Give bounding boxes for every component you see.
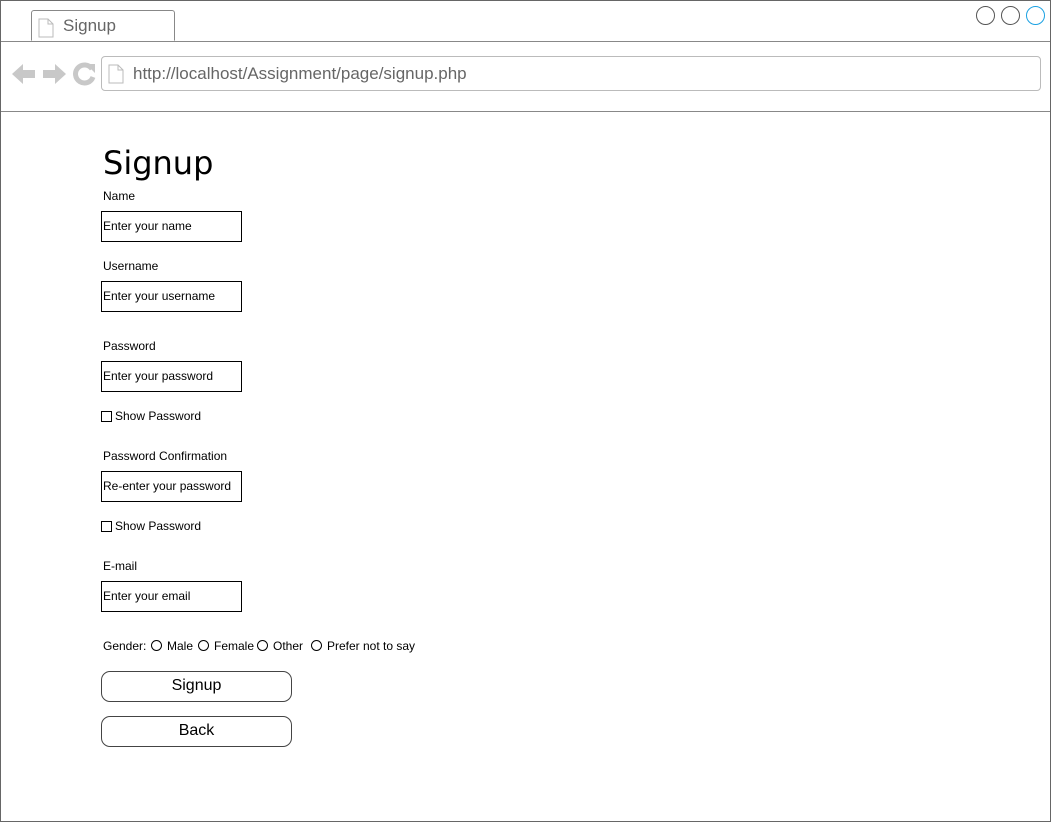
navigation-bar: http://localhost/Assignment/page/signup.… <box>1 42 1050 112</box>
password-input[interactable]: Enter your password <box>101 361 242 392</box>
document-icon <box>38 18 54 43</box>
show-confirm-password-label: Show Password <box>115 519 202 533</box>
gender-option-other[interactable]: Other <box>273 639 303 653</box>
name-placeholder: Enter your name <box>103 219 192 233</box>
page-title: Signup <box>103 144 214 182</box>
tab-strip: Signup <box>1 1 1050 42</box>
signup-form: Signup Name Enter your name Username Ent… <box>1 112 1050 821</box>
gender-label: Gender: <box>103 639 147 653</box>
browser-tab[interactable]: Signup <box>31 10 175 41</box>
gender-radio-female[interactable] <box>198 640 209 651</box>
gender-option-male[interactable]: Male <box>167 639 193 653</box>
email-label: E-mail <box>103 559 138 573</box>
address-bar[interactable]: http://localhost/Assignment/page/signup.… <box>101 56 1041 91</box>
close-button[interactable] <box>1026 6 1045 25</box>
username-input[interactable]: Enter your username <box>101 281 242 312</box>
password-confirmation-placeholder: Re-enter your password <box>103 479 232 493</box>
name-label: Name <box>103 189 136 203</box>
gender-option-prefer-not-to-say[interactable]: Prefer not to say <box>327 639 415 653</box>
email-placeholder: Enter your email <box>103 589 191 603</box>
show-password-checkbox[interactable] <box>101 411 112 422</box>
back-button[interactable]: Back <box>101 716 292 747</box>
password-confirmation-input[interactable]: Re-enter your password <box>101 471 242 502</box>
arrow-left-icon[interactable] <box>11 62 37 91</box>
password-placeholder: Enter your password <box>103 369 214 383</box>
reload-icon[interactable] <box>72 62 96 91</box>
show-confirm-password-checkbox[interactable] <box>101 521 112 532</box>
document-icon <box>108 64 124 89</box>
username-placeholder: Enter your username <box>103 289 216 303</box>
minimize-button[interactable] <box>976 6 995 25</box>
gender-radio-prefer-not-to-say[interactable] <box>311 640 322 651</box>
show-password-label: Show Password <box>115 409 202 423</box>
email-input[interactable]: Enter your email <box>101 581 242 612</box>
username-label: Username <box>103 259 159 273</box>
gender-radio-male[interactable] <box>151 640 162 651</box>
maximize-button[interactable] <box>1001 6 1020 25</box>
gender-radio-other[interactable] <box>257 640 268 651</box>
name-input[interactable]: Enter your name <box>101 211 242 242</box>
tab-label: Signup <box>63 16 116 35</box>
arrow-right-icon[interactable] <box>41 62 67 91</box>
signup-button[interactable]: Signup <box>101 671 292 702</box>
gender-radio-group: Gender: Male Female Other Prefer not to … <box>103 638 443 654</box>
password-confirmation-label: Password Confirmation <box>103 449 228 463</box>
gender-option-female[interactable]: Female <box>214 639 254 653</box>
password-label: Password <box>103 339 156 353</box>
browser-window: Signup http://localhost/Assignment/page/… <box>0 0 1051 822</box>
url-text: http://localhost/Assignment/page/signup.… <box>133 64 467 83</box>
